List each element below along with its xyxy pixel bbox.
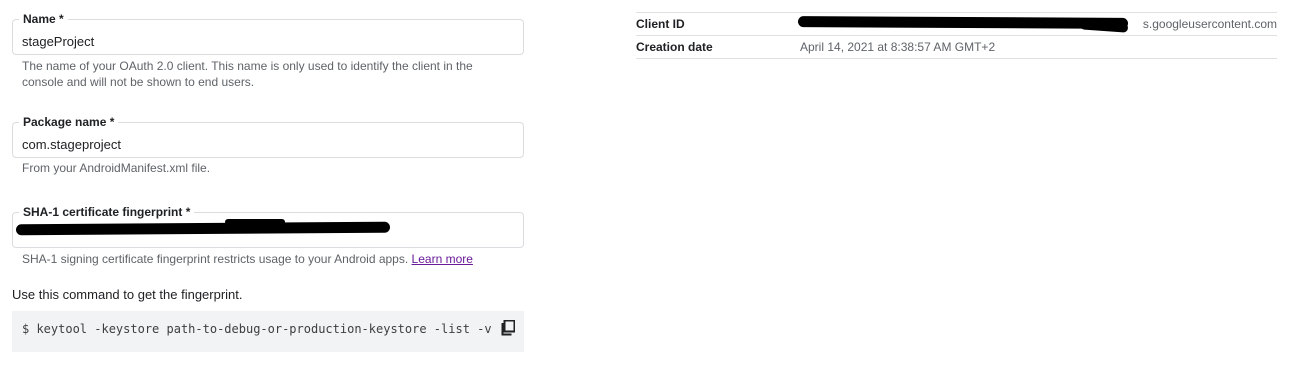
name-hint: The name of your OAuth 2.0 client. This …: [22, 59, 473, 89]
client-id-value: s.googleusercontent.com: [1142, 17, 1277, 31]
creation-date-value: April 14, 2021 at 8:38:57 AM GMT+2: [800, 40, 996, 54]
name-input[interactable]: [13, 20, 523, 54]
package-name-input[interactable]: [13, 123, 523, 157]
creation-date-key: Creation date: [636, 40, 713, 54]
oauth-client-page: Name * The name of your OAuth 2.0 client…: [0, 0, 1295, 365]
copy-icon[interactable]: [501, 320, 515, 336]
sha1-hint: SHA-1 signing certificate fingerprint re…: [22, 251, 492, 267]
package-name-field[interactable]: Package name *: [12, 115, 524, 158]
name-field[interactable]: Name *: [12, 12, 524, 55]
package-name-hint: From your AndroidManifest.xml file.: [22, 161, 211, 175]
keytool-command-box: $ keytool -keystore path-to-debug-or-pro…: [12, 311, 524, 352]
keytool-command: $ keytool -keystore path-to-debug-or-pro…: [22, 322, 492, 336]
fingerprint-instruction: Use this command to get the fingerprint.: [12, 287, 243, 302]
creation-date-row: Creation date April 14, 2021 at 8:38:57 …: [636, 36, 1277, 59]
sha1-hint-text: SHA-1 signing certificate fingerprint re…: [22, 252, 409, 266]
client-id-redaction: [797, 16, 1129, 29]
sha1-redaction-scribble: [225, 219, 285, 225]
client-id-key: Client ID: [636, 17, 685, 31]
learn-more-link[interactable]: Learn more: [412, 252, 473, 266]
